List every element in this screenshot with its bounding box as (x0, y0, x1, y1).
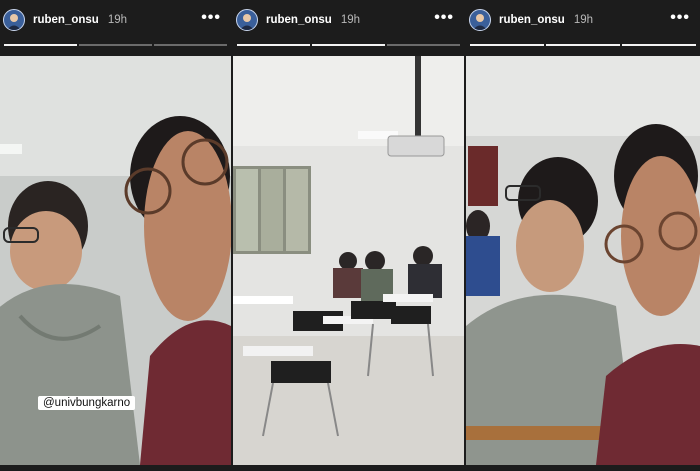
story-photo-selfie-class (466, 56, 700, 465)
story-progress-bar (470, 44, 696, 46)
story-panel-3[interactable]: ruben_onsu 19h ••• (466, 0, 700, 471)
progress-segment (470, 44, 544, 46)
post-time: 19h (573, 14, 593, 26)
story-header: ruben_onsu 19h (233, 0, 464, 40)
story-header: ruben_onsu 19h (466, 0, 700, 40)
progress-segment (387, 44, 460, 46)
story-progress-bar (237, 44, 460, 46)
mention-sticker[interactable]: @univbungkarno (38, 396, 136, 410)
progress-segment (4, 44, 77, 46)
username-link[interactable]: ruben_onsu (499, 14, 565, 26)
story-panel-1[interactable]: ruben_onsu 19h ••• @univbungkarno (0, 0, 231, 471)
progress-segment (312, 44, 385, 46)
avatar[interactable] (469, 9, 491, 31)
post-time: 19h (107, 14, 127, 26)
progress-segment (237, 44, 310, 46)
progress-segment (154, 44, 227, 46)
username-link[interactable]: ruben_onsu (266, 14, 332, 26)
story-panel-2[interactable]: ruben_onsu 19h ••• (233, 0, 464, 471)
more-horizontal-icon[interactable]: ••• (434, 10, 454, 26)
progress-segment (546, 44, 620, 46)
story-progress-bar (4, 44, 227, 46)
username-link[interactable]: ruben_onsu (33, 14, 99, 26)
more-horizontal-icon[interactable]: ••• (201, 10, 221, 26)
progress-segment (622, 44, 696, 46)
avatar[interactable] (3, 9, 25, 31)
story-header: ruben_onsu 19h (0, 0, 231, 40)
progress-segment (79, 44, 152, 46)
story-photo-classroom (233, 56, 464, 465)
avatar[interactable] (236, 9, 258, 31)
more-horizontal-icon[interactable]: ••• (670, 10, 690, 26)
post-time: 19h (340, 14, 360, 26)
